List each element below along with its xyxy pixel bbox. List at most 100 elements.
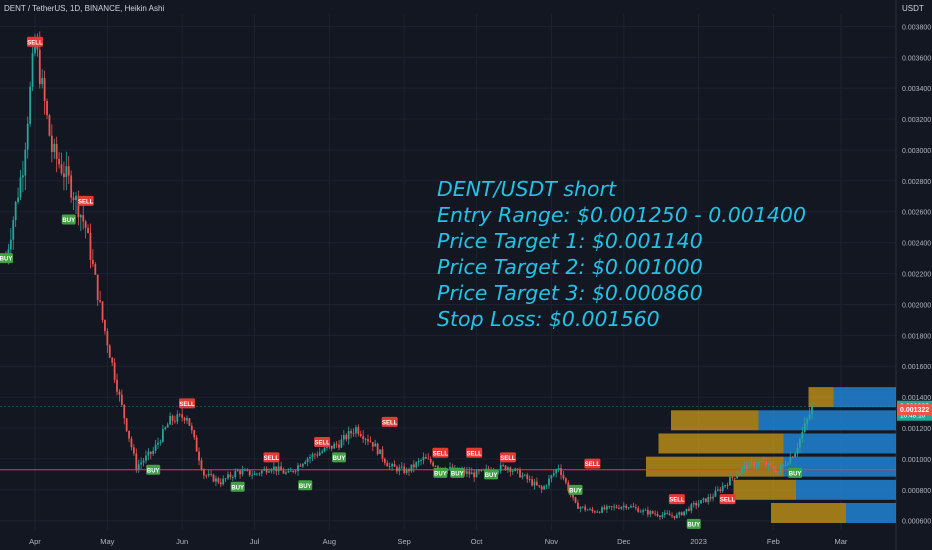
candle-body <box>205 475 208 477</box>
candle-body <box>555 469 558 474</box>
candle-body <box>236 470 239 472</box>
y-tick-label: 0.001000 <box>902 457 931 464</box>
candle-body <box>784 464 787 466</box>
candle-body <box>726 485 729 486</box>
candle-body <box>154 444 157 451</box>
volume-profile-up <box>771 503 846 524</box>
x-tick-label: Aug <box>323 537 336 546</box>
candle-body <box>741 467 743 473</box>
candle-body <box>313 454 316 456</box>
candle-body <box>183 417 186 421</box>
candle-body <box>468 471 471 475</box>
candle-body <box>622 505 625 507</box>
candle-body <box>596 511 599 513</box>
candle-body <box>359 433 362 437</box>
candle-body <box>340 439 343 448</box>
candle-body <box>58 158 60 165</box>
candle-body <box>55 143 58 159</box>
candle-body <box>630 506 632 508</box>
candle-body <box>603 507 606 510</box>
candle-body <box>765 461 768 466</box>
candle-body <box>697 503 700 506</box>
candle-body <box>118 391 121 395</box>
candle-body <box>381 449 384 459</box>
candle-body <box>128 430 130 439</box>
candle-body <box>405 469 408 473</box>
candle-body <box>79 215 82 218</box>
sell-signal: SELL <box>668 494 685 505</box>
candle-body <box>364 439 367 440</box>
candle-body <box>301 463 304 467</box>
candle-body <box>164 427 167 430</box>
candle-body <box>579 507 582 509</box>
candle-body <box>712 496 714 499</box>
candle-body <box>634 507 637 509</box>
candle-body <box>99 300 102 302</box>
signal-label: BUY <box>569 488 582 494</box>
candle-body <box>574 497 577 503</box>
candle-body <box>782 464 784 467</box>
candle-body <box>702 498 705 501</box>
sell-signal: SELL <box>77 195 94 206</box>
candle-body <box>181 414 184 418</box>
candle-body <box>84 221 87 228</box>
candle-body <box>668 513 671 516</box>
candle-body <box>311 454 314 458</box>
buy-signal: BUY <box>146 464 161 475</box>
candle-body <box>591 509 594 512</box>
candle-body <box>318 452 321 456</box>
candle-body <box>412 464 415 468</box>
candle-body <box>188 418 191 426</box>
candle-body <box>535 481 538 486</box>
candle-body <box>656 514 659 516</box>
y-tick-label: 0.003200 <box>902 117 931 124</box>
candle-body <box>379 449 381 455</box>
candle-body <box>774 469 777 473</box>
candle-body <box>91 259 94 265</box>
volume-profile-down <box>758 410 896 431</box>
candle-body <box>72 197 75 201</box>
candle-body <box>246 470 249 471</box>
candle-body <box>258 473 261 475</box>
candle-body <box>224 478 227 480</box>
candle-body <box>632 506 635 508</box>
annotation-line-3: Price Target 1: $0.001140 <box>437 229 703 253</box>
annotation-line-2: Entry Range: $0.001250 - 0.001400 <box>437 203 807 227</box>
candle-body <box>386 462 389 467</box>
volume-profile-up <box>671 410 759 431</box>
x-tick-label: Sep <box>397 537 410 546</box>
signal-label: BUY <box>333 456 346 462</box>
candle-body <box>321 451 324 453</box>
candle-body <box>137 464 140 470</box>
candle-body <box>229 474 232 478</box>
candle-body <box>647 509 649 515</box>
signal-label: BUY <box>299 484 312 490</box>
candle-body <box>48 115 51 136</box>
candle-body <box>362 436 365 440</box>
candle-body <box>577 502 579 509</box>
sell-signal: SELL <box>466 447 483 458</box>
volume-profile-up <box>658 433 784 454</box>
candle-body <box>193 430 196 438</box>
sell-signal: SELL <box>26 36 43 47</box>
candle-body <box>376 443 379 455</box>
candle-body <box>803 423 806 432</box>
x-tick-label: Jun <box>176 537 188 546</box>
candle-body <box>637 508 640 513</box>
y-tick-label: 0.003000 <box>902 148 931 155</box>
candle-body <box>31 53 34 87</box>
candle-body <box>169 415 171 425</box>
candle-body <box>21 175 24 178</box>
candle-body <box>700 500 702 504</box>
signal-label: SELL <box>720 498 736 504</box>
signal-label: BUY <box>62 218 75 224</box>
candle-body <box>316 454 319 456</box>
buy-signal: BUY <box>298 480 313 491</box>
candle-body <box>147 451 150 456</box>
buy-signal: BUY <box>484 469 499 480</box>
candle-body <box>666 512 669 514</box>
buy-signal: BUY <box>230 481 245 492</box>
candle-body <box>437 466 439 469</box>
candle-body <box>511 470 514 472</box>
candle-body <box>149 451 152 454</box>
